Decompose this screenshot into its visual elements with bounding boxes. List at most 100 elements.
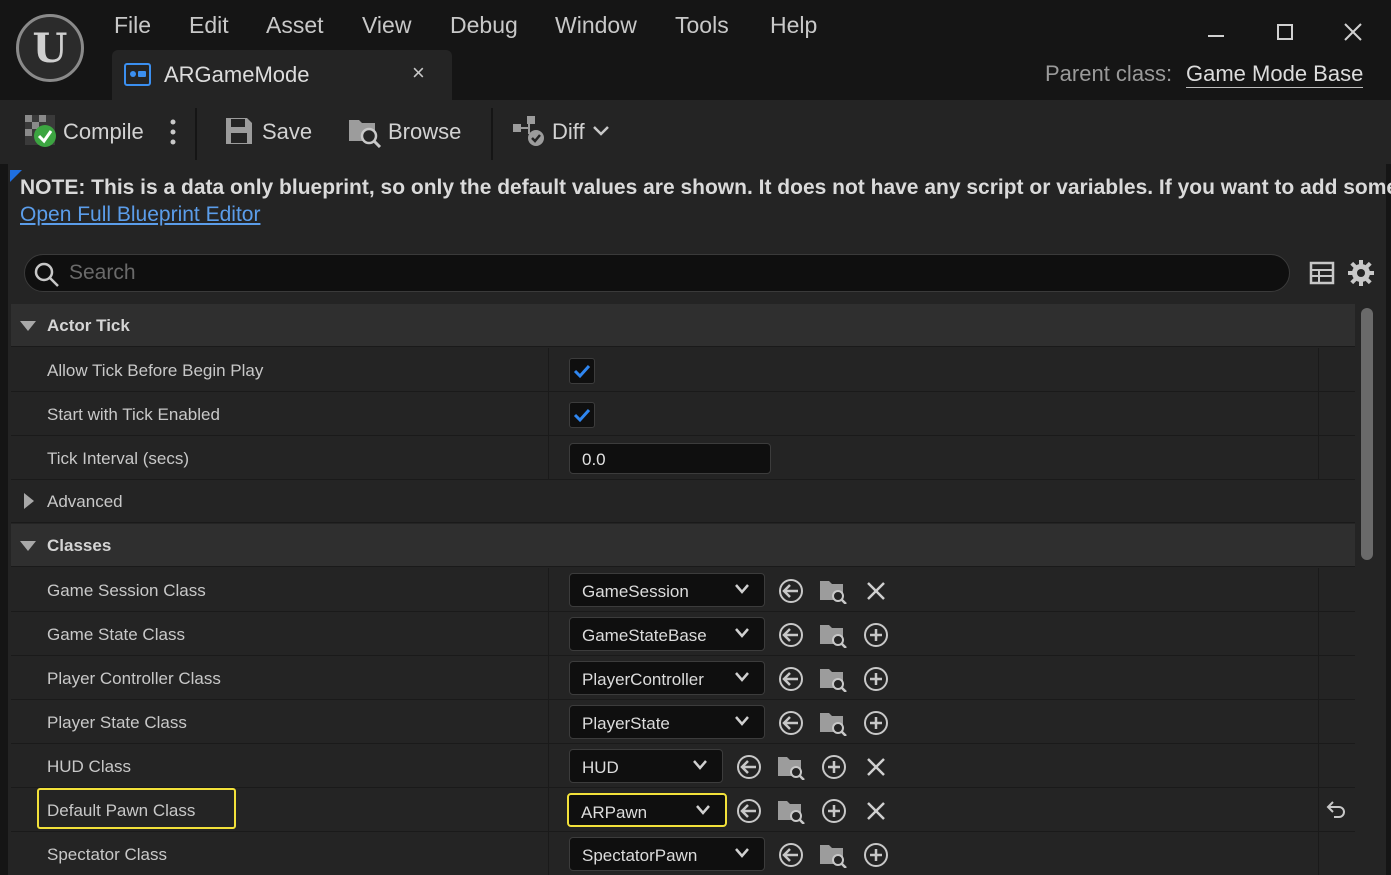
compile-button[interactable]: Compile (63, 119, 144, 145)
search-input[interactable] (69, 259, 1269, 287)
diff-chevron-down-icon[interactable] (592, 124, 610, 143)
property-name: Player Controller Class (47, 669, 221, 688)
parent-class-link[interactable]: Game Mode Base (1186, 61, 1364, 88)
use-selected-arrow-icon[interactable] (735, 797, 763, 825)
advanced-group[interactable]: Advanced (11, 480, 1355, 523)
column-divider (1318, 788, 1319, 832)
use-selected-arrow-icon[interactable] (777, 621, 805, 649)
column-divider (1318, 392, 1319, 436)
column-divider[interactable] (548, 612, 549, 656)
save-icon[interactable] (224, 116, 254, 151)
vertical-scrollbar[interactable] (1361, 308, 1373, 560)
column-divider[interactable] (548, 568, 549, 612)
menu-edit[interactable]: Edit (189, 10, 229, 40)
menu-tools[interactable]: Tools (675, 10, 729, 40)
property-name: Tick Interval (secs) (47, 449, 190, 468)
add-plus-icon[interactable] (862, 665, 890, 693)
clear-x-icon[interactable] (862, 577, 890, 605)
add-plus-icon[interactable] (862, 709, 890, 737)
expand-caret-icon[interactable] (20, 541, 36, 551)
diff-icon[interactable] (511, 114, 547, 153)
add-plus-icon[interactable] (820, 797, 848, 825)
browse-icon[interactable] (347, 114, 383, 153)
clear-x-icon[interactable] (862, 753, 890, 781)
property-name: Game Session Class (47, 581, 206, 600)
menu-view[interactable]: View (362, 10, 411, 40)
compile-options-icon[interactable] (168, 118, 178, 151)
browse-button[interactable]: Browse (388, 119, 461, 145)
menu-window[interactable]: Window (555, 10, 637, 40)
property-row: Spectator Class SpectatorPawn (11, 832, 1355, 875)
allow-tick-checkbox[interactable] (569, 358, 595, 384)
menu-file[interactable]: File (114, 10, 151, 40)
combo-value: HUD (582, 758, 619, 777)
menu-help[interactable]: Help (770, 10, 817, 40)
player-controller-class-combo[interactable]: PlayerController (569, 661, 765, 695)
game-state-class-combo[interactable]: GameStateBase (569, 617, 765, 651)
toolbar (0, 100, 1391, 164)
save-button[interactable]: Save (262, 119, 312, 145)
player-state-class-combo[interactable]: PlayerState (569, 705, 765, 739)
add-plus-icon[interactable] (862, 841, 890, 869)
browse-asset-icon[interactable] (819, 841, 847, 869)
parent-class-label: Parent class: (1045, 61, 1173, 86)
default-pawn-class-combo[interactable]: ARPawn (567, 793, 727, 827)
property-matrix-icon[interactable] (1309, 260, 1335, 291)
clear-x-icon[interactable] (862, 797, 890, 825)
start-tick-checkbox[interactable] (569, 402, 595, 428)
hud-class-combo[interactable]: HUD (569, 749, 723, 783)
maximize-icon[interactable] (1267, 14, 1303, 50)
browse-asset-icon[interactable] (819, 621, 847, 649)
use-selected-arrow-icon[interactable] (777, 841, 805, 869)
column-divider[interactable] (548, 436, 549, 480)
browse-asset-icon[interactable] (819, 577, 847, 605)
add-plus-icon[interactable] (862, 621, 890, 649)
tab-close-icon[interactable]: × (412, 60, 425, 86)
browse-asset-icon[interactable] (819, 665, 847, 693)
expand-caret-icon[interactable] (24, 493, 34, 509)
open-full-editor-link[interactable]: Open Full Blueprint Editor (20, 203, 260, 227)
category-classes[interactable]: Classes (11, 524, 1355, 567)
add-plus-icon[interactable] (820, 753, 848, 781)
expand-caret-icon[interactable] (20, 321, 36, 331)
combo-value: PlayerController (582, 670, 704, 689)
diff-button[interactable]: Diff (552, 119, 585, 145)
reset-to-default-icon[interactable] (1325, 798, 1347, 825)
column-divider[interactable] (548, 788, 549, 832)
column-divider[interactable] (548, 656, 549, 700)
chevron-down-icon (693, 760, 707, 770)
game-session-class-combo[interactable]: GameSession (569, 573, 765, 607)
property-row: Allow Tick Before Begin Play (11, 348, 1355, 392)
window-close-icon[interactable] (1335, 14, 1371, 50)
property-row: Game Session Class GameSession (11, 568, 1355, 612)
advanced-label: Advanced (47, 492, 123, 511)
column-divider[interactable] (548, 832, 549, 875)
combo-value: SpectatorPawn (582, 846, 698, 865)
checkmark-icon (573, 408, 591, 423)
column-divider[interactable] (548, 744, 549, 788)
settings-gear-icon[interactable] (1347, 259, 1375, 292)
search-box[interactable] (24, 254, 1290, 292)
tick-interval-field[interactable]: 0.0 (569, 443, 771, 474)
unreal-logo-icon[interactable]: U (16, 14, 84, 82)
column-divider[interactable] (548, 392, 549, 436)
browse-asset-icon[interactable] (777, 797, 805, 825)
browse-asset-icon[interactable] (777, 753, 805, 781)
column-divider[interactable] (548, 348, 549, 392)
browse-asset-icon[interactable] (819, 709, 847, 737)
use-selected-arrow-icon[interactable] (777, 577, 805, 605)
menu-debug[interactable]: Debug (450, 10, 518, 40)
use-selected-arrow-icon[interactable] (735, 753, 763, 781)
property-name: Player State Class (47, 713, 187, 732)
use-selected-arrow-icon[interactable] (777, 665, 805, 693)
chevron-down-icon (696, 805, 710, 815)
use-selected-arrow-icon[interactable] (777, 709, 805, 737)
menu-asset[interactable]: Asset (266, 10, 324, 40)
minimize-icon[interactable] (1198, 14, 1234, 50)
column-divider (1318, 348, 1319, 392)
category-actor-tick[interactable]: Actor Tick (11, 304, 1355, 347)
column-divider[interactable] (548, 700, 549, 744)
spectator-class-combo[interactable]: SpectatorPawn (569, 837, 765, 871)
document-tab[interactable]: ARGameMode × (112, 50, 452, 100)
compile-icon[interactable] (24, 114, 58, 153)
